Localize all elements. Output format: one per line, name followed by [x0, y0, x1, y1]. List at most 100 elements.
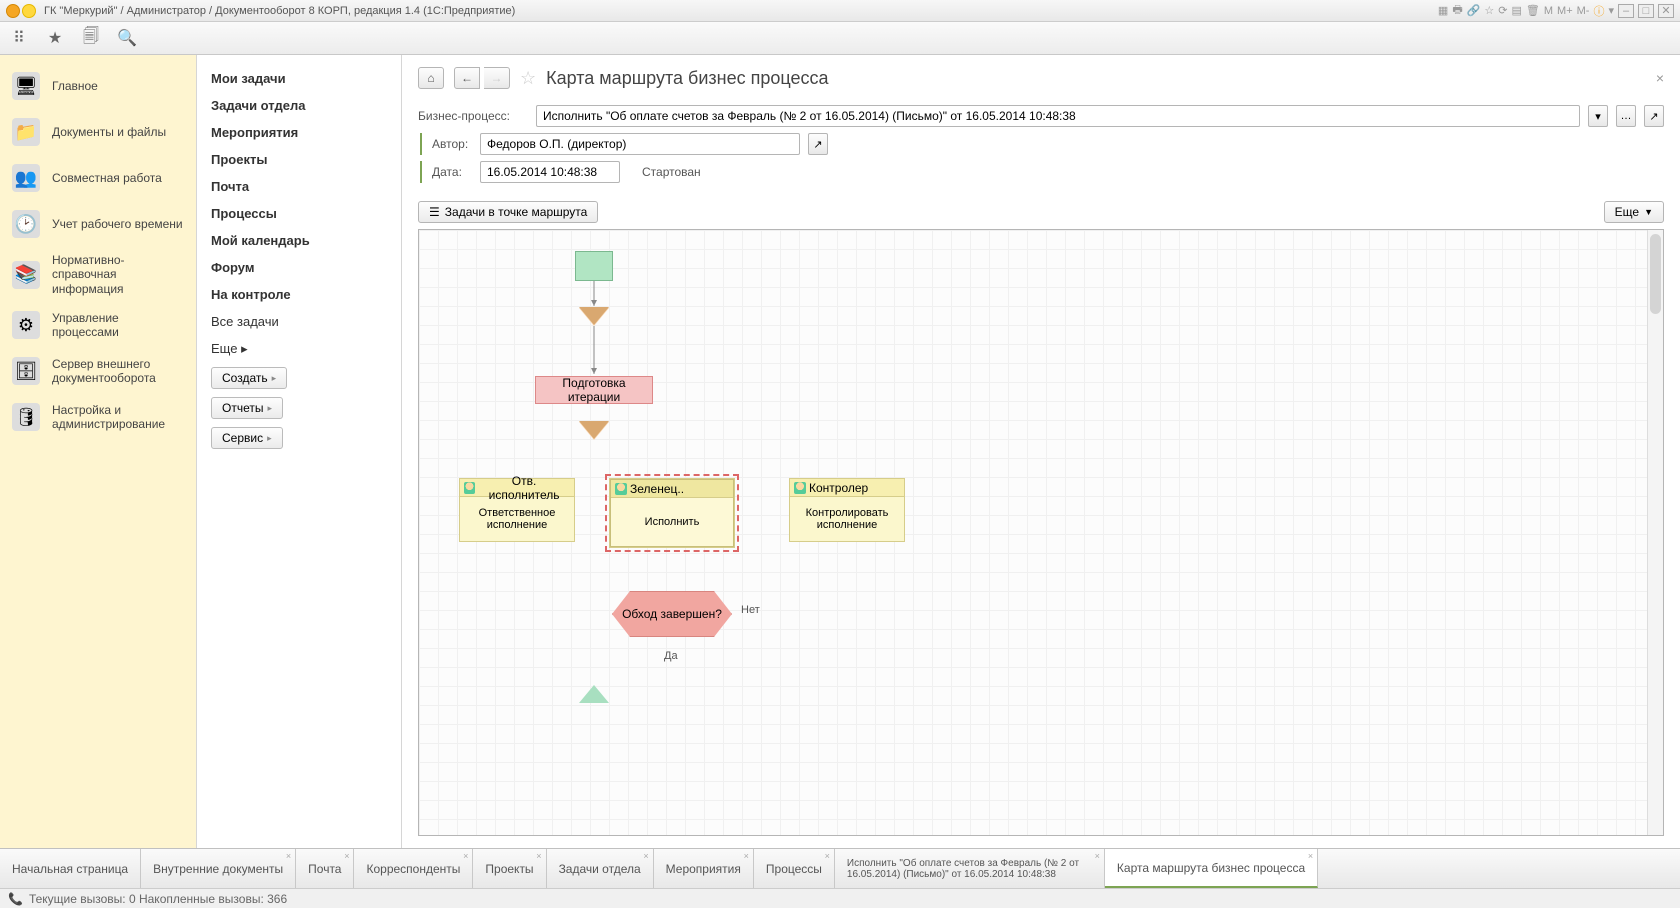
bp-dropdown-button[interactable]: ▾ — [1588, 105, 1608, 127]
close-icon[interactable]: × — [643, 851, 648, 861]
service-button[interactable]: Сервис — [211, 427, 283, 449]
bp-ellipsis-button[interactable]: … — [1616, 105, 1636, 127]
create-button[interactable]: Создать — [211, 367, 287, 389]
nav-main[interactable]: 🖥Главное — [0, 63, 196, 109]
close-icon[interactable]: × — [286, 851, 291, 861]
folder-icon: 📁 — [12, 118, 40, 146]
search-icon[interactable]: 🔍 — [118, 29, 136, 47]
close-icon[interactable]: × — [536, 851, 541, 861]
nav-reference[interactable]: 📚Нормативно-справочная информация — [0, 247, 196, 302]
close-icon[interactable]: × — [1308, 851, 1313, 861]
tab-events[interactable]: Мероприятия× — [654, 849, 754, 888]
status-icon: 📞 — [8, 892, 23, 906]
tab-start-page[interactable]: Начальная страница — [0, 849, 141, 888]
subnav-more[interactable]: Еще ▸ — [197, 335, 401, 363]
close-icon[interactable]: × — [344, 851, 349, 861]
author-open-button[interactable]: ↗ — [808, 133, 828, 155]
edge-label-yes: Да — [664, 650, 678, 662]
titlebar-grid-icon[interactable]: ▤ — [1512, 4, 1522, 17]
window-close[interactable]: ✕ — [1658, 4, 1674, 18]
tab-dept-tasks[interactable]: Задачи отдела× — [547, 849, 654, 888]
tab-execute[interactable]: Исполнить "Об оплате счетов за Февраль (… — [835, 849, 1105, 888]
nav-processes[interactable]: ⚙Управление процессами — [0, 302, 196, 348]
clipboard-icon[interactable]: 🗐 — [82, 29, 100, 47]
titlebar-link-icon[interactable]: 🔗 — [1467, 4, 1481, 17]
titlebar: ГК "Меркурий" / Администратор / Документ… — [0, 0, 1680, 22]
tab-mail[interactable]: Почта× — [296, 849, 354, 888]
subnav-my-tasks[interactable]: Мои задачи — [197, 65, 401, 92]
nav-collaboration[interactable]: 👥Совместная работа — [0, 155, 196, 201]
close-icon[interactable]: × — [463, 851, 468, 861]
vertical-scrollbar[interactable] — [1647, 230, 1663, 835]
tab-processes[interactable]: Процессы× — [754, 849, 835, 888]
tasks-at-point-button[interactable]: ☰Задачи в точке маршрута — [418, 201, 598, 223]
titlebar-calc-icon[interactable]: 🗑 — [1526, 4, 1540, 17]
subnav-projects[interactable]: Проекты — [197, 146, 401, 173]
app-icon-dropdown[interactable] — [22, 4, 36, 18]
decision-node[interactable]: Обход завершен? — [612, 591, 732, 637]
tab-correspondents[interactable]: Корреспонденты× — [354, 849, 473, 888]
nav-external[interactable]: 🗄Сервер внешнего документооборота — [0, 348, 196, 394]
nav-timesheet[interactable]: 🕑Учет рабочего времени — [0, 201, 196, 247]
reports-button[interactable]: Отчеты — [211, 397, 283, 419]
gateway-end[interactable] — [579, 685, 609, 703]
gateway-2[interactable] — [579, 422, 609, 440]
diagram-canvas[interactable]: Подготовка итерации Отв. исполнитель Отв… — [418, 229, 1664, 836]
titlebar-print-icon[interactable]: 🖶 — [1452, 1, 1462, 20]
favorite-icon[interactable]: ★ — [46, 29, 64, 47]
home-button[interactable]: ⌂ — [418, 67, 444, 89]
apps-icon[interactable]: ⠿ — [10, 29, 28, 47]
person-icon — [794, 482, 806, 494]
tab-internal-docs[interactable]: Внутренние документы× — [141, 849, 296, 888]
back-button[interactable]: ← — [454, 67, 480, 89]
task-responsible[interactable]: Отв. исполнитель Ответственное исполнени… — [459, 478, 575, 542]
forward-button[interactable]: → — [484, 67, 510, 89]
more-button[interactable]: Еще▼ — [1604, 201, 1664, 223]
tab-route-map[interactable]: Карта маршрута бизнес процесса× — [1105, 849, 1318, 888]
date-input[interactable] — [480, 161, 620, 183]
close-icon[interactable]: × — [825, 851, 830, 861]
start-node[interactable] — [575, 251, 613, 281]
task-execute[interactable]: Зеленец.. Исполнить — [609, 478, 735, 548]
favorite-star-icon[interactable]: ☆ — [520, 68, 536, 89]
subnav-forum[interactable]: Форум — [197, 254, 401, 281]
gateway-1[interactable] — [579, 308, 609, 326]
author-label: Автор: — [432, 137, 472, 151]
desk-icon: 🖥 — [12, 72, 40, 100]
titlebar-refresh-icon[interactable]: ⟳ — [1498, 4, 1507, 17]
subnav-all-tasks[interactable]: Все задачи — [197, 308, 401, 335]
close-page-button[interactable]: × — [1656, 70, 1664, 86]
prep-node[interactable]: Подготовка итерации — [535, 376, 653, 404]
titlebar-star-icon[interactable]: ☆ — [1484, 4, 1494, 17]
task-control[interactable]: Контролер Контролировать исполнение — [789, 478, 905, 542]
scroll-thumb[interactable] — [1650, 234, 1661, 314]
window-minimize[interactable]: – — [1618, 4, 1634, 18]
titlebar-m-plus[interactable]: M+ — [1557, 5, 1573, 17]
bp-open-button[interactable]: ↗ — [1644, 105, 1664, 127]
titlebar-dropdown-icon[interactable]: ▾ — [1608, 4, 1614, 17]
subnav-calendar[interactable]: Мой календарь — [197, 227, 401, 254]
server-icon: 🗄 — [12, 357, 40, 385]
bp-input[interactable] — [536, 105, 1580, 127]
tab-projects[interactable]: Проекты× — [473, 849, 546, 888]
subnav-events[interactable]: Мероприятия — [197, 119, 401, 146]
author-input[interactable] — [480, 133, 800, 155]
titlebar-m[interactable]: M — [1544, 5, 1553, 17]
window-maximize[interactable]: □ — [1638, 4, 1654, 18]
subnav-mail[interactable]: Почта — [197, 173, 401, 200]
titlebar-tool-icon[interactable]: ▦ — [1438, 4, 1448, 17]
titlebar-m-minus[interactable]: M- — [1577, 5, 1590, 17]
database-icon: 🛢 — [12, 403, 40, 431]
subnav-control[interactable]: На контроле — [197, 281, 401, 308]
nav-settings[interactable]: 🛢Настройка и администрирование — [0, 394, 196, 440]
close-icon[interactable]: × — [1095, 851, 1100, 861]
person-icon — [464, 482, 475, 494]
titlebar-info-icon[interactable]: ⓘ — [1593, 3, 1604, 19]
close-icon[interactable]: × — [744, 851, 749, 861]
nav-documents[interactable]: 📁Документы и файлы — [0, 109, 196, 155]
status-bar: 📞 Текущие вызовы: 0 Накопленные вызовы: … — [0, 888, 1680, 908]
subnav-processes[interactable]: Процессы — [197, 200, 401, 227]
bp-label: Бизнес-процесс: — [418, 109, 528, 123]
subnav-dept-tasks[interactable]: Задачи отдела — [197, 92, 401, 119]
clock-icon: 🕑 — [12, 210, 40, 238]
